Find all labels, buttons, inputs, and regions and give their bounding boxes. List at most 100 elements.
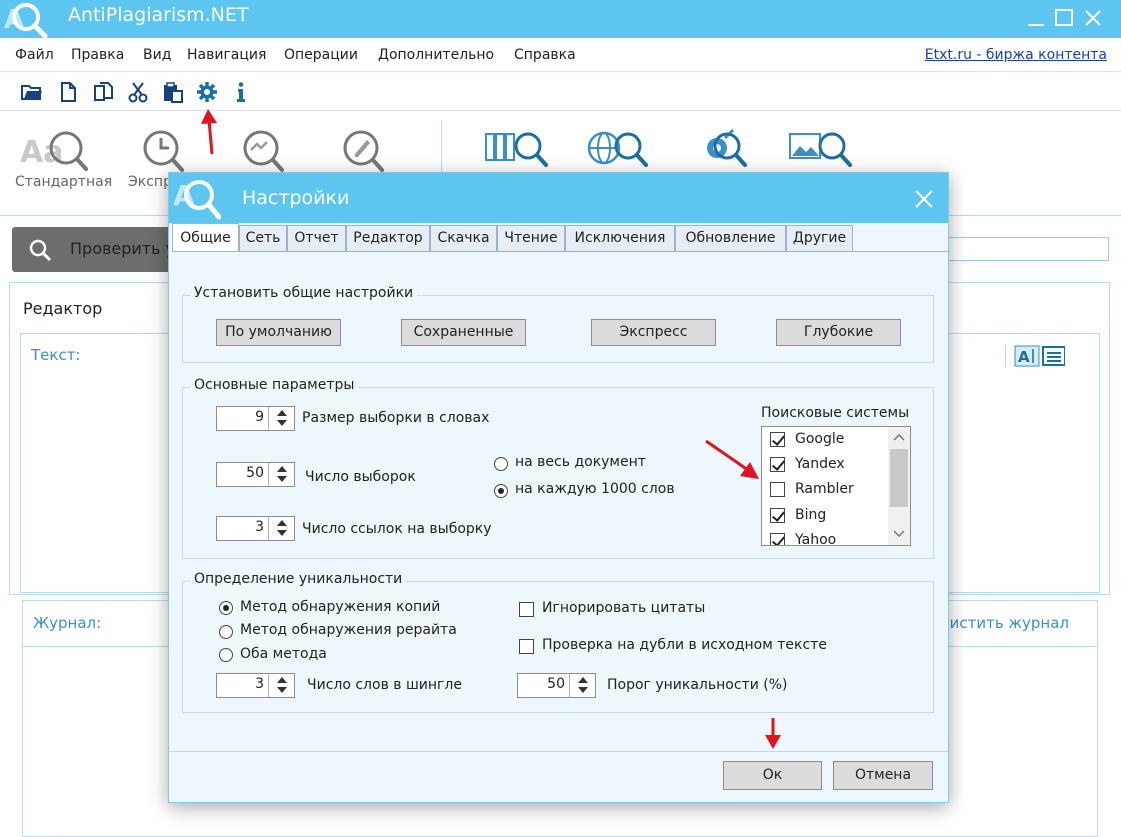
yahoo-checkbox[interactable] [770, 533, 785, 545]
shingle-words-label: Число слов в шингле [307, 677, 462, 693]
scope-whole-document-label: на весь документ [515, 454, 646, 470]
spin-arrows-icon[interactable] [569, 674, 595, 697]
library-search-icon[interactable] [482, 124, 552, 172]
menu-operations[interactable]: Операции [284, 47, 358, 63]
menu-edit[interactable]: Правка [71, 47, 124, 63]
method-both-label: Оба метода [240, 646, 327, 662]
tab-network[interactable]: Сеть [239, 225, 287, 251]
check-duplicates-checkbox[interactable] [519, 639, 534, 654]
links-per-sample-stepper[interactable]: 3 [216, 516, 295, 541]
maximize-icon[interactable] [1052, 6, 1076, 30]
rambler-checkbox[interactable] [770, 482, 785, 497]
info-icon[interactable] [230, 81, 252, 103]
ok-button[interactable]: Ок [723, 761, 822, 790]
dialog-title: Настройки [242, 187, 350, 209]
settings-gear-icon[interactable] [196, 81, 218, 103]
express-check-icon[interactable] [125, 124, 195, 172]
spin-arrows-icon[interactable] [268, 407, 294, 430]
scope-whole-document-radio[interactable] [494, 457, 508, 471]
svg-text:Aa: Aa [20, 135, 63, 170]
uniqueness-threshold-stepper[interactable]: 50 [517, 673, 596, 698]
tab-general[interactable]: Общие [172, 223, 239, 252]
ignore-quotes-label: Игнорировать цитаты [542, 600, 706, 616]
tab-update[interactable]: Обновление [675, 225, 786, 251]
check-duplicates-label: Проверка на дубли в исходном тексте [542, 637, 827, 653]
tab-download[interactable]: Скачка [430, 225, 497, 251]
ignore-quotes-checkbox[interactable] [519, 602, 534, 617]
check-uniqueness-button[interactable]: Проверить у [12, 227, 176, 272]
clear-journal-link[interactable]: чистить журнал [941, 614, 1069, 632]
bing-checkbox[interactable] [770, 508, 785, 523]
tab-editor[interactable]: Редактор [346, 225, 430, 251]
preset-express-button[interactable]: Экспресс [591, 319, 716, 346]
search-icon [29, 239, 52, 262]
rewrite-check-icon[interactable] [325, 124, 395, 172]
sample-size-stepper[interactable]: 9 [216, 406, 295, 431]
method-rewrite-radio[interactable] [219, 625, 233, 639]
url-input[interactable] [940, 237, 1109, 261]
method-copies-label: Метод обнаружения копий [240, 599, 441, 615]
google-checkbox[interactable] [770, 432, 785, 447]
tab-report[interactable]: Отчет [287, 225, 346, 251]
cut-icon[interactable] [127, 81, 149, 103]
samples-count-value: 50 [246, 465, 264, 481]
text-format-icon[interactable]: A [1014, 345, 1040, 367]
menu-bar: Файл Правка Вид Навигация Операции Допол… [0, 38, 1121, 72]
spin-arrows-icon[interactable] [268, 517, 294, 540]
new-document-icon[interactable] [57, 81, 79, 103]
image-search-icon[interactable] [788, 124, 858, 172]
yahoo-label: Yahoo [795, 532, 837, 546]
preset-saved-button[interactable]: Сохраненные [401, 319, 526, 346]
editor-title: Редактор [23, 299, 103, 318]
presets-group-title: Установить общие настройки [190, 285, 418, 301]
etxt-link[interactable]: Etxt.ru - биржа контента [925, 47, 1107, 63]
preset-deep-button[interactable]: Глубокие [776, 319, 901, 346]
check-uniqueness-label: Проверить у [70, 239, 176, 258]
spin-arrows-icon[interactable] [268, 463, 294, 486]
yandex-checkbox[interactable] [770, 457, 785, 472]
method-both-radio[interactable] [219, 648, 233, 662]
annotation-arrow-ok [765, 718, 781, 749]
menu-navigation[interactable]: Навигация [187, 47, 266, 63]
deep-check-icon[interactable] [225, 124, 295, 172]
menu-advanced[interactable]: Дополнительно [378, 47, 494, 63]
copy-icon[interactable] [92, 81, 114, 103]
ribbon-label-express: Экспр [128, 174, 172, 190]
open-folder-icon[interactable] [21, 81, 43, 103]
search-engines-list[interactable]: Google Yandex Rambler Bing Yahoo [761, 426, 911, 546]
tab-other[interactable]: Другие [786, 225, 853, 251]
spin-arrows-icon[interactable] [268, 674, 294, 697]
tab-exclusions[interactable]: Исключения [565, 225, 675, 251]
annotation-arrow-gear [201, 109, 217, 155]
sample-size-label: Размер выборки в словах [302, 410, 490, 426]
tab-general-content: Установить общие настройки По умолчанию … [172, 251, 948, 751]
presets-group: Установить общие настройки По умолчанию … [182, 285, 934, 363]
ribbon-label-standard: Стандартная [15, 174, 113, 190]
cancel-button[interactable]: Отмена [833, 761, 933, 790]
annotation-arrow-search-engines [705, 439, 759, 479]
menu-help[interactable]: Справка [514, 47, 576, 63]
samples-count-stepper[interactable]: 50 [216, 462, 295, 487]
minimize-icon[interactable] [1024, 6, 1048, 30]
close-icon[interactable] [1081, 6, 1105, 30]
basic-params-title: Основные параметры [190, 377, 359, 393]
list-scrollbar[interactable] [888, 427, 910, 545]
sample-size-value: 9 [255, 409, 264, 425]
method-copies-radio[interactable] [219, 601, 233, 615]
uniqueness-threshold-label: Порог уникальности (%) [607, 677, 788, 693]
menu-file[interactable]: Файл [15, 47, 54, 63]
web-search-icon[interactable] [584, 124, 654, 172]
text-list-icon[interactable] [1042, 346, 1065, 366]
preset-default-button[interactable]: По умолчанию [216, 319, 341, 346]
scrollbar-thumb[interactable] [890, 449, 908, 507]
standard-check-icon[interactable]: Aa [18, 124, 88, 172]
shingle-words-stepper[interactable]: 3 [216, 673, 295, 698]
scope-per-1000-radio[interactable] [494, 484, 508, 498]
links-per-sample-label: Число ссылок на выборку [302, 521, 492, 537]
seo-search-icon[interactable] [697, 124, 767, 172]
paste-icon[interactable] [162, 81, 184, 103]
tab-reading[interactable]: Чтение [497, 225, 565, 251]
menu-view[interactable]: Вид [143, 47, 171, 63]
dialog-close-icon[interactable] [914, 189, 934, 209]
uniqueness-title: Определение уникальности [190, 571, 407, 587]
